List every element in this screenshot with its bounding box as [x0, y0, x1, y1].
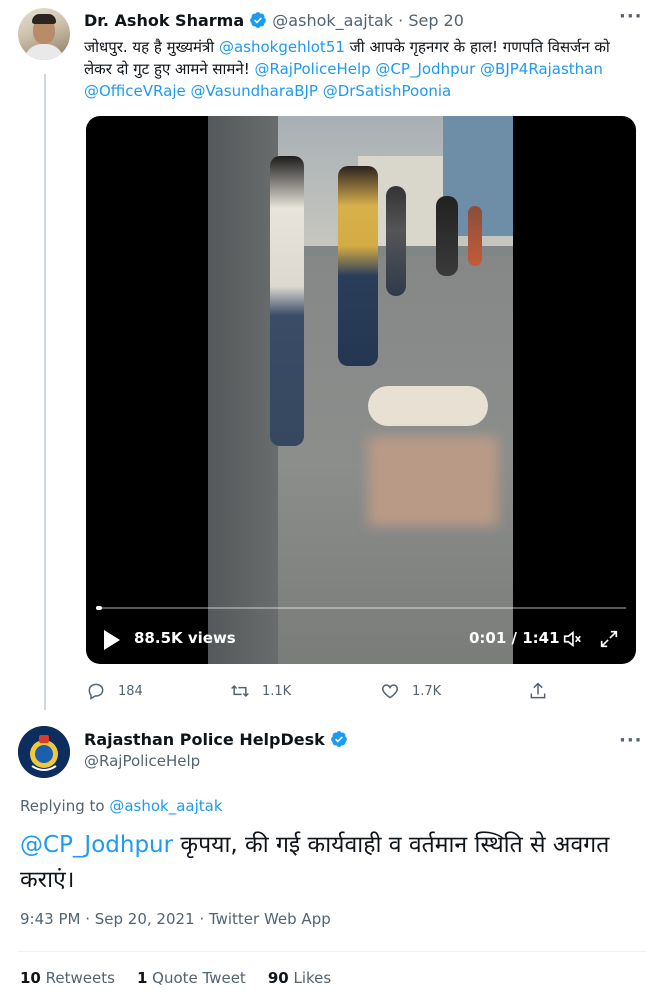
blurred-region	[368, 436, 498, 526]
share-icon	[530, 682, 546, 699]
author-handle[interactable]: @ashok_aajtak	[272, 11, 393, 30]
police-logo-avatar[interactable]	[18, 726, 70, 778]
video-time: 0:01 / 1:41	[469, 629, 560, 647]
likes-count: 90	[267, 969, 289, 987]
replying-to: Replying to @ashok_aajtak	[20, 797, 223, 815]
tweet-text-segment: जोधपुर. यह है मुख्यमंत्री	[84, 38, 219, 56]
tweet-text: @CP_Jodhpur कृपया, की गई कार्यवाही व वर्…	[20, 828, 650, 898]
tweet-date[interactable]: Sep 20, 2021	[95, 910, 195, 928]
reply-icon	[88, 683, 104, 700]
meta-separator: ·	[80, 910, 95, 928]
tweet-date[interactable]: Sep 20	[408, 11, 464, 30]
share-button[interactable]	[528, 680, 560, 702]
mention-links[interactable]: @OfficeVRaje @VasundharaBJP @DrSatishPoo…	[84, 82, 451, 100]
tweet-meta: 9:43 PM · Sep 20, 2021 · Twitter Web App	[20, 910, 331, 928]
quotes-label: Quote Tweet	[152, 969, 246, 987]
thread-line	[44, 74, 46, 710]
quote-tweets-stat[interactable]: 1 Quote Tweet	[137, 969, 246, 987]
quotes-count: 1	[136, 969, 148, 987]
tweet-text-segment: लेकर दो गुट हुए आमने सामने!	[84, 60, 255, 78]
heart-icon	[381, 684, 399, 699]
retweets-label: Retweets	[45, 969, 115, 987]
retweet-button[interactable]: 1.1K	[230, 680, 291, 702]
volume-muted-icon[interactable]	[561, 628, 583, 650]
meta-separator: ·	[194, 910, 209, 928]
retweets-stat[interactable]: 10 Retweets	[20, 969, 115, 987]
video-player[interactable]: 88.5K views 0:01 / 1:41	[86, 116, 636, 664]
divider	[18, 951, 646, 952]
likes-label: Likes	[293, 969, 332, 987]
progress-bar[interactable]	[96, 606, 102, 610]
avatar[interactable]	[18, 8, 70, 60]
author-name[interactable]: Rajasthan Police HelpDesk	[84, 730, 325, 749]
reply-button[interactable]: 184	[86, 680, 143, 702]
author-name-row: Rajasthan Police HelpDesk	[84, 730, 348, 749]
more-options-icon[interactable]: ···	[619, 6, 643, 27]
fullscreen-icon[interactable]	[598, 628, 620, 650]
replying-to-link[interactable]: @ashok_aajtak	[109, 797, 222, 815]
play-icon[interactable]	[104, 630, 120, 650]
more-options-icon[interactable]: ···	[619, 730, 643, 751]
like-button[interactable]: 1.7K	[380, 680, 441, 702]
likes-stat[interactable]: 90 Likes	[268, 969, 331, 987]
video-frame	[208, 116, 513, 664]
author-name[interactable]: Dr. Ashok Sharma	[84, 11, 244, 30]
tweet-header: Dr. Ashok Sharma @ashok_aajtak · Sep 20	[84, 11, 464, 30]
like-count: 1.7K	[412, 683, 442, 699]
tweet-stats: 10 Retweets 1 Quote Tweet 90 Likes	[20, 969, 331, 987]
tweet-time[interactable]: 9:43 PM	[20, 910, 80, 928]
separator: ·	[398, 11, 404, 30]
tweet-text-segment: जी आपके गृहनगर के हाल! गणपति विसर्जन को	[344, 38, 610, 56]
author-handle[interactable]: @RajPoliceHelp	[84, 752, 200, 770]
mention-link[interactable]: @ashokgehlot51	[219, 38, 345, 56]
mention-link[interactable]: @CP_Jodhpur	[20, 832, 173, 858]
retweets-count: 10	[20, 969, 41, 987]
retweet-count: 1.1K	[262, 683, 292, 699]
retweet-icon	[231, 684, 249, 698]
progress-track[interactable]	[96, 607, 626, 609]
tweet-source[interactable]: Twitter Web App	[209, 910, 331, 928]
mention-links[interactable]: @RajPoliceHelp @CP_Jodhpur @BJP4Rajastha…	[255, 60, 603, 78]
reply-count: 184	[118, 683, 143, 699]
verified-badge-icon	[250, 12, 267, 28]
replying-label: Replying to	[20, 797, 110, 815]
view-count: 88.5K views	[134, 629, 236, 647]
verified-badge-icon	[331, 731, 348, 747]
tweet-text: जोधपुर. यह है मुख्यमंत्री @ashokgehlot51…	[84, 36, 644, 102]
